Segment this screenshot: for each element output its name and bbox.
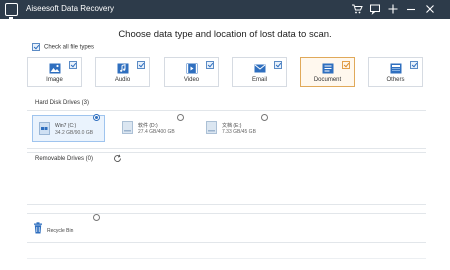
others-icon: [390, 63, 401, 74]
divider: [27, 258, 426, 259]
drive-icon: [122, 121, 133, 134]
minimize-icon[interactable]: [405, 3, 417, 15]
app-logo-icon: [5, 3, 18, 19]
type-card-image[interactable]: Image: [27, 57, 82, 87]
chat-icon[interactable]: [369, 3, 381, 15]
email-icon: [254, 64, 265, 73]
hard-disk-section-label: Hard Disk Drives (3): [35, 100, 90, 106]
page-heading: Choose data type and location of lost da…: [118, 29, 332, 40]
recycle-bin-icon[interactable]: [33, 222, 43, 234]
document-icon: [322, 63, 333, 74]
checkbox-icon[interactable]: [206, 61, 214, 69]
drive-d-radio[interactable]: [177, 114, 184, 121]
type-label: Audio: [114, 77, 131, 83]
type-card-others[interactable]: Others: [368, 57, 423, 87]
removable-panel: [27, 152, 426, 205]
type-card-document[interactable]: Document: [300, 57, 355, 87]
checkbox-icon[interactable]: [274, 61, 282, 69]
video-icon: [186, 63, 197, 74]
recycle-bin-radio[interactable]: [93, 214, 100, 221]
audio-icon: [117, 63, 128, 74]
type-label: Others: [386, 77, 405, 83]
drive-icon: [206, 121, 217, 134]
app-title: Aiseesoft Data Recovery: [26, 4, 115, 13]
drive-e-radio[interactable]: [261, 114, 268, 121]
type-card-audio[interactable]: Audio: [95, 57, 150, 87]
title-bar: Aiseesoft Data Recovery: [0, 0, 450, 19]
cart-icon[interactable]: [351, 3, 363, 15]
checkbox-icon[interactable]: [32, 43, 40, 51]
type-card-video[interactable]: Video: [164, 57, 219, 87]
recycle-bin-panel: [27, 213, 426, 243]
checkbox-icon[interactable]: [410, 61, 418, 69]
drive-name: 文档 (E:): [222, 123, 242, 129]
menu-icon[interactable]: [387, 3, 399, 15]
type-card-email[interactable]: Email: [232, 57, 287, 87]
drive-c-radio[interactable]: [93, 114, 100, 121]
checkbox-icon[interactable]: [342, 61, 350, 69]
type-label: Document: [313, 77, 342, 83]
checkbox-icon[interactable]: [69, 61, 77, 69]
drive-size: 27.4 GB/400 GB: [138, 129, 175, 135]
drive-name: Win7 (C:): [55, 123, 77, 129]
close-icon[interactable]: [424, 3, 436, 15]
windows-drive-icon: [39, 122, 50, 135]
drive-name: 软件 (D:): [138, 123, 158, 129]
check-all-label: Check all file types: [44, 44, 95, 51]
type-label: Video: [183, 77, 200, 83]
drive-size: 34.2 GB/90.0 GB: [55, 130, 94, 136]
type-label: Email: [251, 77, 267, 83]
check-all-checkbox[interactable]: Check all file types: [32, 43, 94, 51]
recycle-bin-label: Recycle Bin: [47, 228, 74, 234]
checkbox-icon[interactable]: [137, 61, 145, 69]
type-label: Image: [46, 77, 63, 83]
drive-size: 7.33 GB/45 GB: [222, 129, 256, 135]
image-icon: [49, 63, 60, 74]
